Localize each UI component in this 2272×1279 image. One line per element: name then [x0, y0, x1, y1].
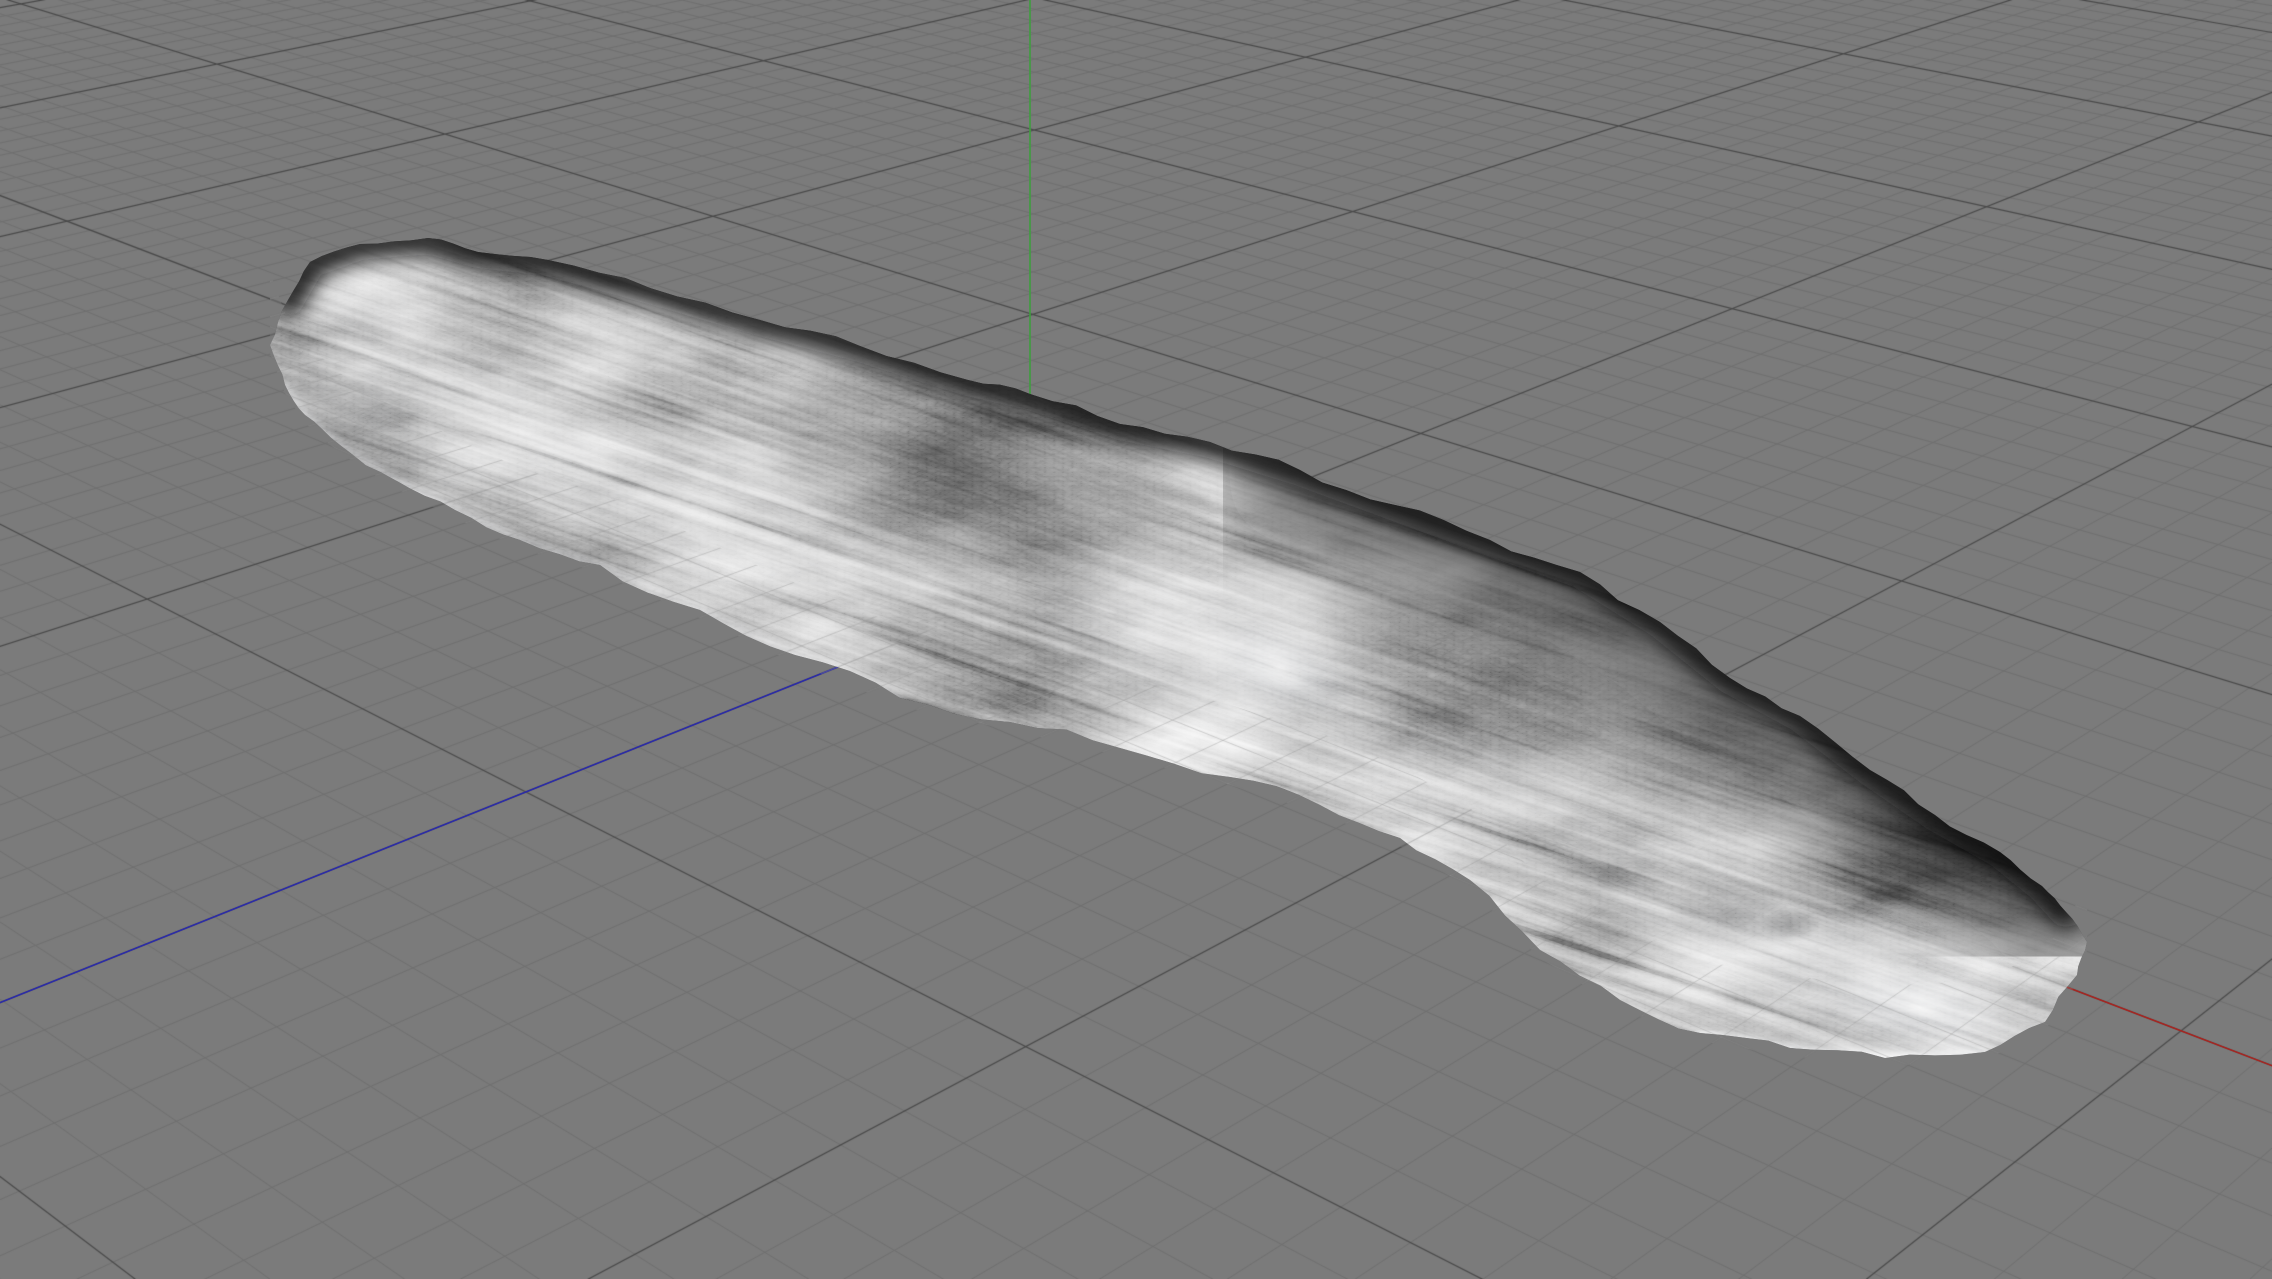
3d-viewport[interactable] — [0, 0, 2272, 1279]
scene-layer — [0, 0, 2272, 1279]
asteroid-mesh[interactable] — [0, 0, 2272, 1279]
z-axis-line — [0, 590, 1030, 1279]
